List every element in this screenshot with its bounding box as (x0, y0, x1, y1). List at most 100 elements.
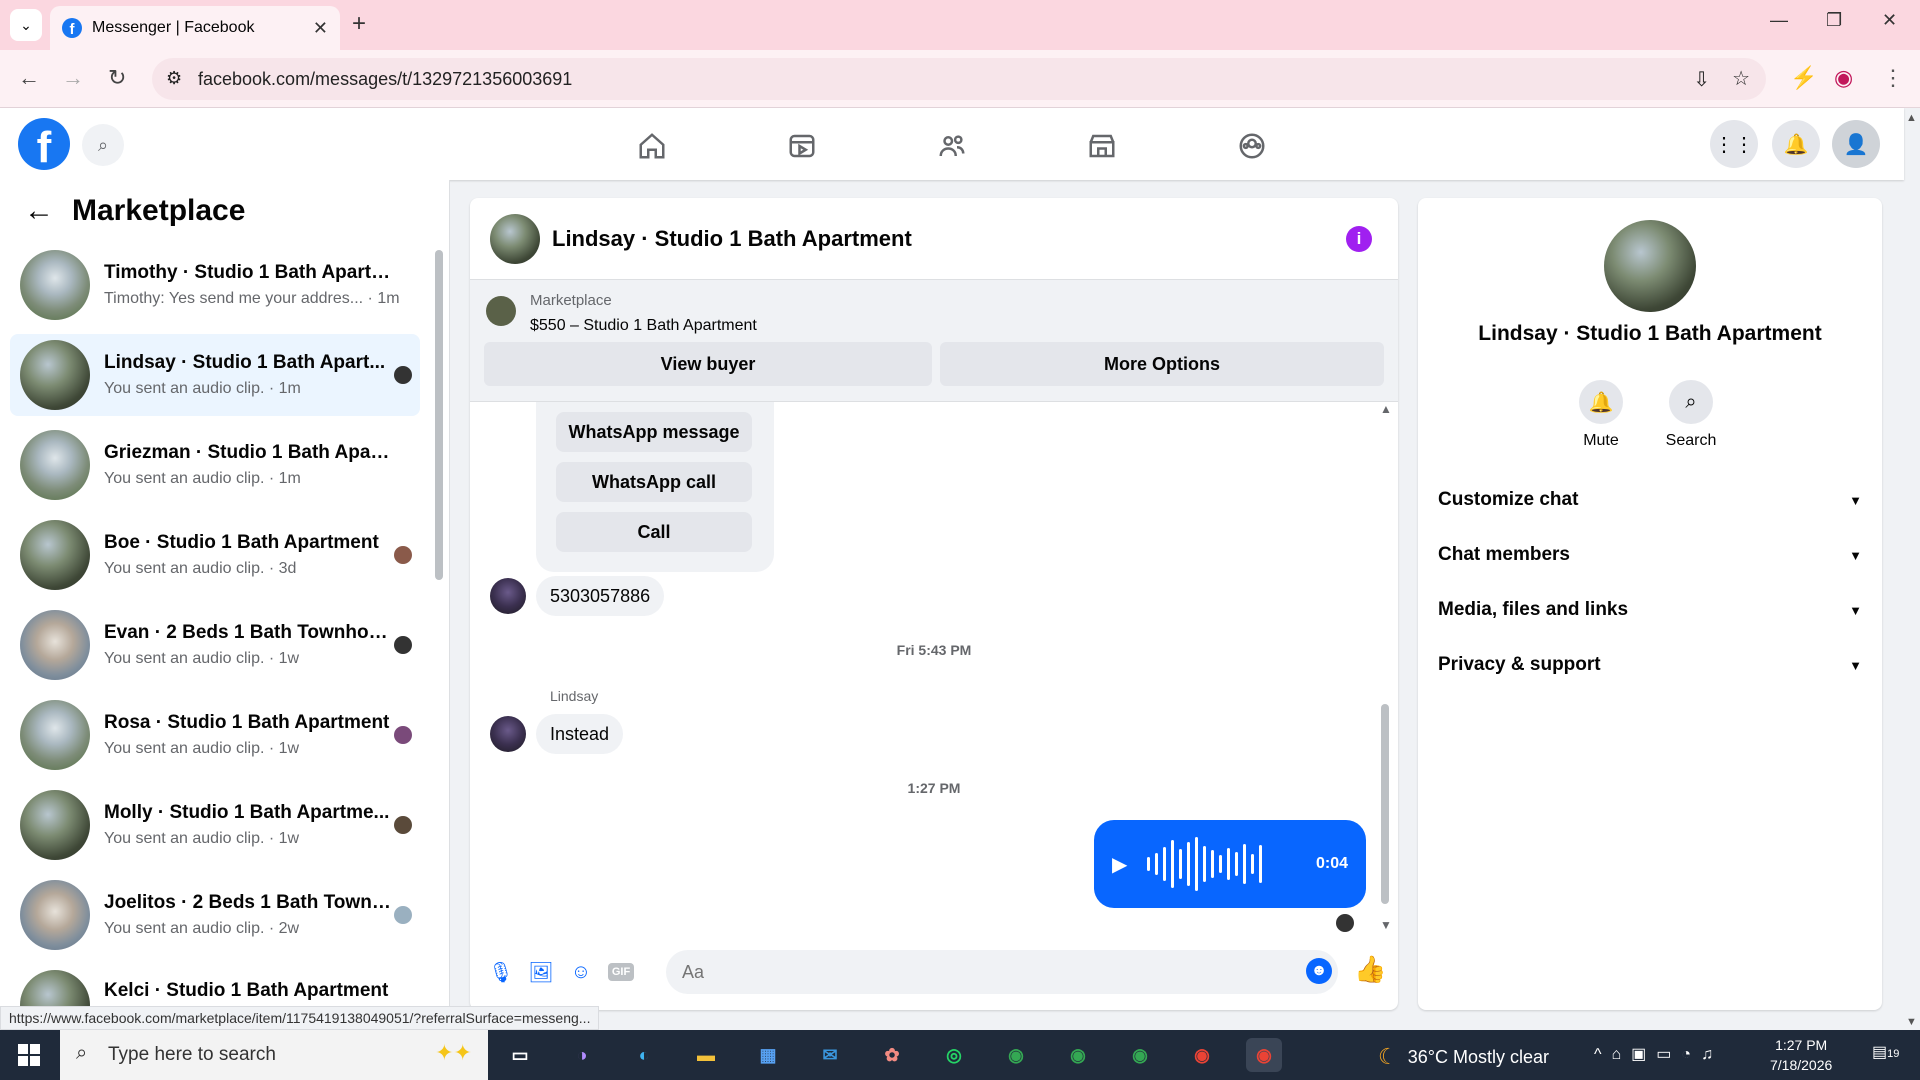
minimize-icon[interactable]: — (1770, 10, 1788, 31)
customize-chat-section[interactable]: Customize chat ▼ (1438, 476, 1862, 524)
search-button[interactable]: ⌕ Search (1651, 380, 1731, 450)
url-field[interactable]: ⚙ facebook.com/messages/t/13297213560036… (152, 58, 1766, 100)
facebook-search-icon[interactable]: ⌕ (82, 124, 124, 166)
chrome-profile-2-icon[interactable]: ◉ (1060, 1038, 1096, 1072)
more-options-button[interactable]: More Options (940, 342, 1384, 386)
sticker-icon[interactable]: ☺ (564, 955, 598, 989)
whatsapp-message-button[interactable]: WhatsApp message (556, 412, 752, 452)
view-buyer-button[interactable]: View buyer (484, 342, 932, 386)
chevron-down-icon: ▼ (1849, 547, 1862, 563)
facebook-header: f ⌕ ⋮⋮ 🔔 👤 (0, 108, 1904, 180)
chat-members-section[interactable]: Chat members ▼ (1438, 531, 1862, 579)
audio-message[interactable]: ▶ 0:04 (1094, 820, 1366, 908)
tab-messenger[interactable]: f Messenger | Facebook ✕ (50, 6, 340, 50)
call-button[interactable]: Call (556, 512, 752, 552)
conversation-item-timothy[interactable]: Timothy · Studio 1 Bath Apartm... Timothy… (10, 244, 420, 326)
site-settings-icon[interactable]: ⚙ (166, 68, 182, 89)
chrome-icon[interactable]: ◉ (998, 1038, 1034, 1072)
privacy-support-section[interactable]: Privacy & support ▼ (1438, 641, 1862, 689)
gif-icon[interactable]: GIF (604, 955, 638, 989)
conversation-item-lindsay[interactable]: Lindsay · Studio 1 Bath Apart... You sent… (10, 334, 420, 416)
scroll-down-arrow-icon[interactable]: ▼ (1380, 918, 1392, 932)
conversation-list-scrollbar[interactable] (435, 250, 443, 580)
profile-name: Lindsay · Studio 1 Bath Apartment (1478, 322, 1822, 345)
media-files-links-section[interactable]: Media, files and links ▼ (1438, 586, 1862, 634)
like-thumb-icon[interactable]: 👍 (1354, 954, 1386, 985)
weather-widget[interactable]: ☾ 36°C Mostly clear (1378, 1044, 1549, 1070)
conversation-item-boe[interactable]: Boe · Studio 1 Bath Apartment You sent an… (10, 514, 420, 596)
file-explorer-icon[interactable]: ▬ (688, 1038, 724, 1072)
groups-icon[interactable] (1232, 126, 1272, 166)
menu-grid-icon[interactable]: ⋮⋮ (1710, 120, 1758, 168)
restore-icon[interactable]: ❐ (1826, 10, 1842, 31)
conversation-item-rosa[interactable]: Rosa · Studio 1 Bath Apartment You sent a… (10, 694, 420, 776)
tab-bar: ⌄ f Messenger | Facebook ✕ + — ❐ ✕ (0, 0, 1920, 50)
profile-icon[interactable]: ◉ (1834, 65, 1853, 91)
thread-scrollbar[interactable] (1381, 704, 1389, 904)
conversation-avatar (20, 610, 90, 680)
whatsapp-icon[interactable]: ◎ (936, 1038, 972, 1072)
back-icon[interactable]: ← (18, 65, 40, 91)
whatsapp-call-button[interactable]: WhatsApp call (556, 462, 752, 502)
store-icon[interactable]: ▦ (750, 1038, 786, 1072)
notification-center-icon[interactable]: ▤19 (1872, 1042, 1899, 1062)
home-icon[interactable] (632, 126, 672, 166)
taskbar-search[interactable]: ⌕ Type here to search ✦✦ (60, 1030, 488, 1080)
task-view-icon[interactable]: ▭ (502, 1038, 538, 1072)
mail-icon[interactable]: ✉ (812, 1038, 848, 1072)
conversation-item-molly[interactable]: Molly · Studio 1 Bath Apartme... You sent… (10, 784, 420, 866)
edge-icon[interactable]: ◐ (626, 1038, 662, 1072)
system-tray-icons[interactable]: ^⌂▣▭◔♫ (1594, 1044, 1723, 1064)
notifications-bell-icon[interactable]: 🔔 (1772, 120, 1820, 168)
marketplace-icon[interactable] (1082, 126, 1122, 166)
message-bubble-instead[interactable]: Instead (536, 714, 624, 754)
emoji-icon[interactable]: ☻ (1306, 958, 1332, 984)
photo-icon[interactable]: 🖼 (524, 955, 558, 989)
new-tab-icon[interactable]: + (352, 10, 366, 38)
info-icon[interactable]: i (1346, 226, 1372, 252)
browser-menu-icon[interactable]: ⋮ (1882, 65, 1904, 91)
clock-date: 7/18/2026 (1770, 1057, 1833, 1073)
message-bubble-phone[interactable]: 5303057886 (536, 576, 665, 616)
install-app-icon[interactable]: ⇩ (1693, 67, 1710, 92)
conversation-item-joelitos[interactable]: Joelitos · 2 Beds 1 Bath Townh... You sen… (10, 874, 420, 956)
forward-icon[interactable]: → (62, 65, 84, 91)
page-scrollbar[interactable]: ▲ ▼ (1906, 112, 1920, 1028)
paint-icon[interactable]: ✿ (874, 1038, 910, 1072)
chat-title[interactable]: Lindsay · Studio 1 Bath Apartment (552, 226, 912, 252)
extension-icon[interactable]: ⚡ (1790, 65, 1817, 91)
chrome-active-icon[interactable]: ◉ (1246, 1038, 1282, 1072)
mute-button[interactable]: 🔔 Mute (1561, 380, 1641, 450)
friends-icon[interactable] (932, 126, 972, 166)
bookmark-star-icon[interactable]: ☆ (1732, 66, 1750, 91)
profile-avatar[interactable] (1604, 220, 1696, 312)
reload-icon[interactable]: ↻ (108, 65, 126, 91)
message-input[interactable] (666, 950, 1338, 994)
conversation-avatar (20, 250, 90, 320)
seen-avatar (394, 546, 412, 564)
seen-avatar (394, 906, 412, 924)
conversation-item-griezman[interactable]: Griezman · Studio 1 Bath Apart... You sen… (10, 424, 420, 506)
play-icon[interactable]: ▶ (1112, 852, 1127, 877)
conversation-name: Lindsay · Studio 1 Bath Apart... (104, 352, 386, 373)
taskbar-clock[interactable]: 1:27 PM 7/18/2026 (1770, 1035, 1832, 1075)
listing-title[interactable]: $550 – Studio 1 Bath Apartment (530, 317, 757, 335)
facebook-logo[interactable]: f (18, 118, 70, 170)
conversation-item-evan[interactable]: Evan · 2 Beds 1 Bath Townhouse You sent a… (10, 604, 420, 686)
windows-start-icon[interactable] (18, 1044, 40, 1066)
bell-icon: 🔔 (1579, 380, 1623, 424)
back-arrow-icon[interactable]: ← (24, 194, 54, 228)
chrome-profile-4-icon[interactable]: ◉ (1184, 1038, 1220, 1072)
account-avatar[interactable]: 👤 (1832, 120, 1880, 168)
chat-avatar[interactable] (490, 213, 540, 264)
video-icon[interactable] (782, 126, 822, 166)
chrome-profile-3-icon[interactable]: ◉ (1122, 1038, 1158, 1072)
scroll-up-arrow-icon[interactable]: ▲ (1380, 402, 1392, 416)
marketplace-header: ← Marketplace (24, 194, 245, 228)
window-close-icon[interactable]: ✕ (1882, 10, 1897, 31)
microphone-icon[interactable]: 🎙 (484, 955, 518, 989)
tab-search-dropdown[interactable]: ⌄ (10, 9, 42, 41)
browser-window: ⌄ f Messenger | Facebook ✕ + — ❐ ✕ ← → ↻… (0, 0, 1920, 1030)
tab-close-icon[interactable]: ✕ (313, 18, 328, 39)
copilot-icon[interactable]: ◑ (564, 1038, 600, 1072)
